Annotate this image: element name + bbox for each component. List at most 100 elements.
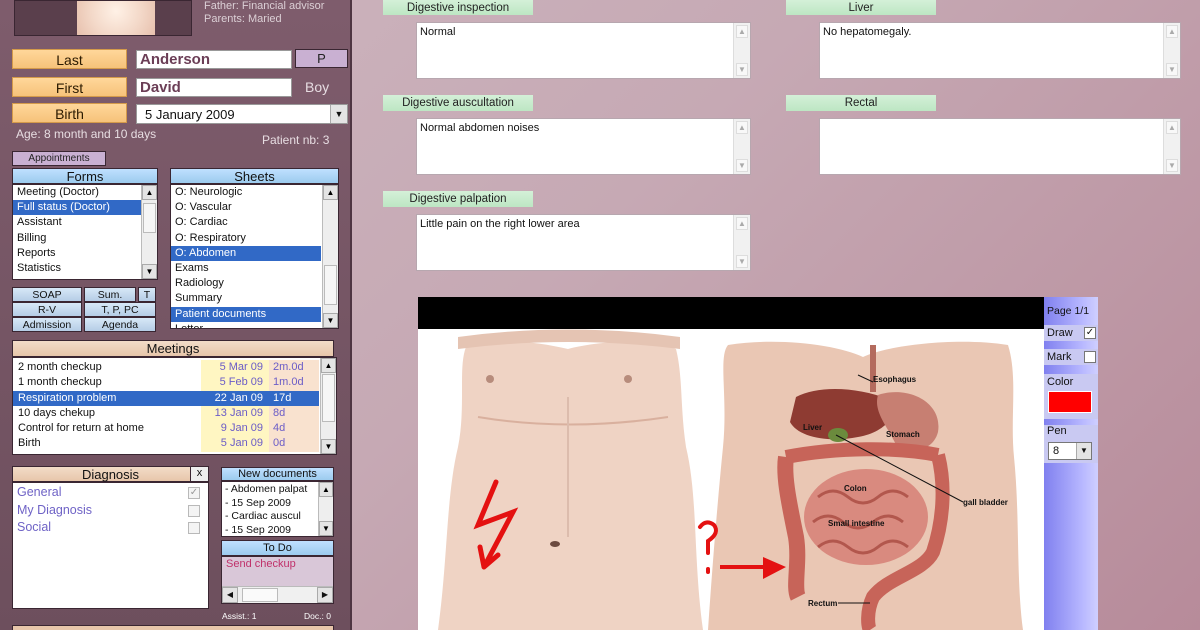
- admission-button[interactable]: Admission: [12, 317, 82, 332]
- tppc-button[interactable]: T, P, PC: [84, 302, 156, 317]
- forms-header: Forms: [12, 168, 158, 184]
- sheets-list-item[interactable]: O: Respiratory: [171, 231, 321, 246]
- new-document-item[interactable]: - 15 Sep 2009: [222, 497, 318, 511]
- meetings-list[interactable]: 2 month checkup 5 Mar 09 2m.0d 1 month chec…: [12, 357, 337, 455]
- diagnosis-item[interactable]: My Diagnosis: [13, 502, 208, 520]
- birth-date-select[interactable]: 5 January 2009 ▼: [136, 104, 348, 124]
- forms-list[interactable]: Meeting (Doctor) Full status (Doctor) Assi…: [12, 184, 158, 280]
- scroll-up-icon[interactable]: ▲: [1166, 25, 1178, 38]
- meeting-row[interactable]: Respiration problem 22 Jan 09 17d: [13, 390, 321, 406]
- last-name-field[interactable]: Anderson: [136, 50, 292, 69]
- scroll-down-icon[interactable]: ▼: [736, 159, 748, 172]
- digestive-auscultation-value: Normal abdomen noises: [420, 122, 540, 134]
- diagnosis-list[interactable]: General ✓ My Diagnosis Social: [12, 482, 209, 609]
- close-icon[interactable]: x: [190, 467, 208, 481]
- meeting-row[interactable]: Birth 5 Jan 09 0d: [13, 436, 321, 452]
- forms-list-item[interactable]: Full status (Doctor): [13, 200, 143, 216]
- sheets-list-item[interactable]: O: Cardiac: [171, 215, 321, 230]
- sheets-list-item[interactable]: O: Vascular: [171, 200, 321, 215]
- scroll-down-icon[interactable]: ▼: [736, 63, 748, 76]
- scroll-down-icon[interactable]: ▼: [1166, 63, 1178, 76]
- diagnosis-item[interactable]: Social: [13, 519, 208, 537]
- digestive-auscultation-field[interactable]: Normal abdomen noises ▲ ▼: [416, 118, 751, 175]
- scroll-down-icon[interactable]: ▼: [319, 521, 333, 536]
- diagnosis-item[interactable]: General ✓: [13, 484, 208, 502]
- chevron-down-icon[interactable]: ▼: [1076, 443, 1091, 459]
- diagnosis-header: Diagnosis x: [12, 466, 209, 482]
- sheets-list-item[interactable]: Letter: [171, 322, 321, 328]
- sheets-list-item[interactable]: O: Abdomen: [171, 245, 321, 261]
- agenda-button[interactable]: Agenda: [84, 317, 156, 332]
- scroll-up-icon[interactable]: ▲: [142, 185, 157, 200]
- sheets-scrollbar[interactable]: ▲ ▼: [322, 185, 338, 328]
- meeting-name: 10 days chekup: [13, 405, 201, 422]
- rv-button[interactable]: R-V: [12, 302, 82, 317]
- chevron-down-icon[interactable]: ▼: [330, 105, 347, 123]
- parents-info: Parents: Maried: [204, 13, 282, 25]
- scroll-down-icon[interactable]: ▼: [323, 313, 338, 328]
- new-documents-list[interactable]: - Abdomen palpat - 15 Sep 2009- Cardiac a…: [221, 481, 334, 537]
- rectal-field[interactable]: ▲ ▼: [819, 118, 1181, 175]
- last-name-label: Last: [12, 49, 127, 69]
- todo-item[interactable]: Send checkup: [222, 557, 333, 571]
- meeting-date: 13 Jan 09: [201, 405, 269, 422]
- diagnosis-checkbox[interactable]: ✓: [188, 487, 200, 499]
- diagnosis-checkbox[interactable]: [188, 522, 200, 534]
- forms-list-item[interactable]: Billing: [13, 231, 143, 246]
- appointments-button[interactable]: Appointments: [12, 151, 106, 166]
- scroll-down-icon[interactable]: ▼: [1166, 159, 1178, 172]
- new-document-item[interactable]: - 15 Sep 2009: [222, 524, 318, 537]
- meeting-age: 8d: [269, 405, 319, 422]
- sheets-list-item[interactable]: Summary: [171, 291, 321, 306]
- diagram-label-colon: Colon: [844, 484, 867, 493]
- todo-list[interactable]: Send checkup ◀ ▶: [221, 556, 334, 604]
- t-button[interactable]: T: [138, 287, 156, 302]
- scroll-right-icon[interactable]: ▶: [317, 587, 333, 603]
- liver-field[interactable]: No hepatomegaly. ▲ ▼: [819, 22, 1181, 79]
- question-annotation: ?: [698, 519, 699, 520]
- drawing-canvas[interactable]: Esophagus Liver Stomach Colon gall bladder Sm…: [418, 297, 1044, 630]
- scroll-up-icon[interactable]: ▲: [736, 217, 748, 230]
- scroll-down-icon[interactable]: ▼: [142, 264, 157, 279]
- digestive-inspection-field[interactable]: Normal ▲ ▼: [416, 22, 751, 79]
- new-document-item[interactable]: - Cardiac auscul: [222, 510, 318, 524]
- scroll-up-icon[interactable]: ▲: [323, 185, 338, 200]
- sheets-list-item[interactable]: O: Neurologic: [171, 185, 321, 200]
- pen-size-select[interactable]: 8 ▼: [1048, 442, 1092, 460]
- mark-checkbox[interactable]: [1084, 351, 1096, 363]
- draw-checkbox[interactable]: ✓: [1084, 327, 1096, 339]
- scroll-down-icon[interactable]: ▼: [736, 255, 748, 268]
- scroll-down-icon[interactable]: ▼: [321, 439, 336, 454]
- diagnosis-checkbox[interactable]: [188, 504, 200, 517]
- sheets-list-item[interactable]: Patient documents: [171, 306, 321, 322]
- sheets-list-item[interactable]: Radiology: [171, 276, 321, 291]
- meeting-row[interactable]: Control for return at home 9 Jan 09 4d: [13, 421, 321, 437]
- scroll-up-icon[interactable]: ▲: [1166, 121, 1178, 134]
- scroll-up-icon[interactable]: ▲: [319, 482, 333, 497]
- scroll-left-icon[interactable]: ◀: [222, 587, 238, 603]
- soap-button[interactable]: SOAP: [12, 287, 82, 302]
- scroll-up-icon[interactable]: ▲: [321, 358, 336, 373]
- sheets-list-item[interactable]: Exams: [171, 261, 321, 276]
- forms-list-item[interactable]: Statistics: [13, 261, 143, 276]
- meeting-row[interactable]: 10 days chekup 13 Jan 09 8d: [13, 405, 321, 422]
- forms-list-item[interactable]: Reports: [13, 246, 143, 261]
- summary-button[interactable]: Sum.: [84, 287, 136, 302]
- meetings-scrollbar[interactable]: ▲ ▼: [320, 358, 336, 454]
- forms-scrollbar[interactable]: ▲ ▼: [141, 185, 157, 279]
- color-swatch[interactable]: [1048, 391, 1092, 413]
- digestive-palpation-field[interactable]: Little pain on the right lower area ▲ ▼: [416, 214, 751, 271]
- scroll-up-icon[interactable]: ▲: [736, 121, 748, 134]
- new-document-item[interactable]: - Abdomen palpat: [222, 483, 318, 497]
- meeting-row[interactable]: 1 month checkup 5 Feb 09 1m.0d: [13, 375, 321, 391]
- first-name-field[interactable]: David: [136, 78, 292, 97]
- todo-hscrollbar[interactable]: ◀ ▶: [222, 586, 333, 603]
- new-documents-scrollbar[interactable]: ▲ ▼: [318, 482, 333, 536]
- scroll-up-icon[interactable]: ▲: [736, 25, 748, 38]
- p-button[interactable]: P: [295, 49, 348, 68]
- sheets-list[interactable]: O: Neurologic O: Vascular O: Cardiac O: Res…: [170, 184, 339, 329]
- forms-list-item[interactable]: Meeting (Doctor): [13, 185, 143, 200]
- meeting-row[interactable]: 2 month checkup 5 Mar 09 2m.0d: [13, 360, 321, 376]
- diagram-label-stomach: Stomach: [886, 430, 920, 439]
- forms-list-item[interactable]: Assistant: [13, 215, 143, 230]
